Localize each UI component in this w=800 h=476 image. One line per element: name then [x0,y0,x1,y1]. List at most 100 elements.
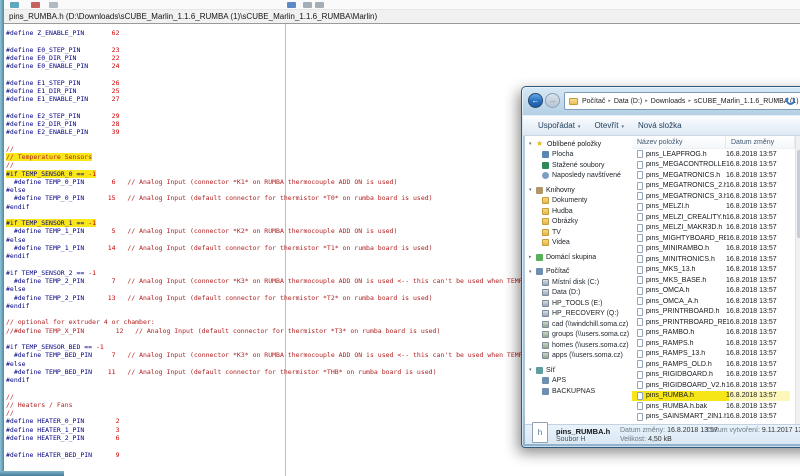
details-pane: pins_RUMBA.h Soubor H Datum změny:16.8.2… [525,424,800,444]
column-header-date[interactable]: Datum změny [726,136,795,148]
toolbar-button-usporadat[interactable]: Uspořádat▾ [531,119,587,132]
address-bar[interactable]: Počítač▸Data (D:)▸Downloads▸sCUBE_Marlin… [564,92,800,110]
file-name: pins_RAMBO.h [646,329,726,336]
chevron-right-icon[interactable]: ▸ [529,254,536,260]
sidebar-item-obrazky[interactable]: Obrázky [525,217,632,228]
back-button[interactable]: ← [528,93,543,108]
sidebar-item-backupnas[interactable]: BACKUPNAS [525,386,632,397]
file-row[interactable]: pins_OMCA.h16.8.2018 13:57 [632,286,800,297]
file-row[interactable]: pins_MKS_BASE.h16.8.2018 13:57 [632,275,800,286]
sidebar-item-cad-windchill-soma-cz[interactable]: cad (\\windchill.soma.cz) [525,319,632,330]
netdrive-icon [542,321,549,328]
column-header-name[interactable]: Název položky [632,136,726,148]
sidebar-item-apps-users-soma-cz[interactable]: apps (\\users.soma.cz) [525,351,632,362]
file-row[interactable]: pins_OMCA_A.h16.8.2018 13:57 [632,296,800,307]
sidebar-item-hp-tools-e[interactable]: HP_TOOLS (E:) [525,298,632,309]
sidebar-section-domaci-skupina[interactable]: ▸Domácí skupina [525,252,632,263]
file-row[interactable]: pins_RAMPS.h16.8.2018 13:57 [632,338,800,349]
file-row[interactable]: pins_MELZI.h16.8.2018 13:57 [632,202,800,213]
file-row[interactable]: pins_RIGIDBOARD.h16.8.2018 13:57 [632,370,800,381]
sidebar-label: Knihovny [546,187,575,194]
drive-icon [542,310,549,317]
folder-icon [542,208,549,215]
explorer-content: ▾★Oblíbené položkyPlochaStažené souboryN… [525,136,800,424]
file-date: 16.8.2018 13:57 [726,371,777,378]
breadcrumb-item-data-d[interactable]: Data (D:) [614,98,642,105]
editor-tab[interactable]: pins_RUMBA.h (D:\Downloads\sCUBE_Marlin_… [4,10,800,24]
sidebar-item-groups-users-soma-cz[interactable]: groups (\\users.soma.cz) [525,330,632,341]
file-icon [637,171,643,179]
refresh-icon[interactable] [786,96,795,105]
file-row[interactable]: pins_RUMBA.h.bak16.8.2018 13:57 [632,401,800,412]
toolbar-icon[interactable] [315,2,324,8]
file-row[interactable]: pins_RAMBO.h16.8.2018 13:57 [632,328,800,339]
breadcrumb-item-downloads[interactable]: Downloads [651,98,686,105]
sidebar-section-oblibene-polozky[interactable]: ▾★Oblíbené položky [525,139,632,150]
sidebar-section-pocitac[interactable]: ▾ Počítač [525,267,632,278]
sidebar-section-knihovny[interactable]: ▾ Knihovny [525,185,632,196]
address-dropdown-icon[interactable]: ▾ [776,97,779,103]
sidebar-item-homes-users-soma-cz[interactable]: homes (\\users.soma.cz) [525,340,632,351]
toolbar-icon[interactable] [303,2,312,8]
file-name: pins_MIGHTYBOARD_REVE.h [646,235,726,242]
file-row[interactable]: pins_MEGATRONICS.h16.8.2018 13:57 [632,170,800,181]
file-row[interactable]: pins_SAINSMART_2IN1.h16.8.2018 13:57 [632,412,800,423]
file-row[interactable]: pins_PRINTRBOARD_REVF.h16.8.2018 13:57 [632,317,800,328]
file-icon [637,161,643,169]
file-row[interactable]: pins_MINIRAMBO.h16.8.2018 13:57 [632,244,800,255]
sidebar-item-hp-recovery-q[interactable]: HP_RECOVERY (Q:) [525,309,632,320]
star-icon: ★ [536,140,544,148]
toolbar-button-otevrit[interactable]: Otevřít▾ [587,119,631,132]
file-row[interactable]: pins_MEGACONTROLLER.h16.8.2018 13:57 [632,160,800,171]
file-name: pins_RIGIDBOARD_V2.h [646,382,726,389]
file-row[interactable]: pins_MEGATRONICS_3.h16.8.2018 13:57 [632,191,800,202]
file-row[interactable]: pins_RIGIDBOARD_V2.h16.8.2018 13:57 [632,380,800,391]
toolbar-button-nova-slozka[interactable]: Nová složka [631,119,689,132]
sidebar-item-videa[interactable]: Videa [525,238,632,249]
sidebar-item-naposledy-navstivene[interactable]: Naposledy navštívené [525,171,632,182]
toolbar-icon[interactable] [287,2,296,8]
chevron-down-icon[interactable]: ▾ [529,187,536,193]
scrollbar[interactable] [795,136,800,424]
file-row[interactable]: pins_RAMPS_13.h16.8.2018 13:57 [632,349,800,360]
breadcrumb-item-pocitac[interactable]: Počítač [582,98,605,105]
sidebar-item-tv[interactable]: TV [525,227,632,238]
sidebar-label: Počítač [546,268,569,275]
toolbar-icon[interactable] [49,2,58,8]
sidebar-item-plocha[interactable]: Plocha [525,150,632,161]
file-icon [637,234,643,242]
forward-button[interactable]: → [545,93,560,108]
file-row[interactable]: pins_MKS_13.h16.8.2018 13:57 [632,265,800,276]
folder-icon [569,98,578,105]
sidebar-item-data-d[interactable]: Data (D:) [525,288,632,299]
toolbar-icon[interactable] [31,2,40,8]
sidebar-item-dokumenty[interactable]: Dokumenty [525,196,632,207]
file-row[interactable]: pins_RAMPS_OLD.h16.8.2018 13:57 [632,359,800,370]
file-row[interactable]: pins_LEAPFROG.h16.8.2018 13:57 [632,149,800,160]
breadcrumb-separator-icon: ▸ [685,98,694,104]
file-row[interactable]: pins_RUMBA.h16.8.2018 13:57 [632,391,800,402]
sidebar-item-hudba[interactable]: Hudba [525,206,632,217]
toolbar-button-label: Otevřít [594,121,618,130]
sidebar-section-sit[interactable]: ▾Síť [525,365,632,376]
file-row[interactable]: pins_MIGHTYBOARD_REVE.h16.8.2018 13:57 [632,233,800,244]
chevron-down-icon[interactable]: ▾ [529,367,536,373]
file-name: pins_RAMPS_OLD.h [646,361,726,368]
file-row[interactable]: pins_MELZI_MAKR3D.h16.8.2018 13:57 [632,223,800,234]
sidebar-label: groups (\\users.soma.cz) [552,331,629,338]
sidebar-label: TV [552,229,561,236]
chevron-down-icon[interactable]: ▾ [529,141,536,147]
file-row[interactable]: pins_MELZI_CREALITY.h16.8.2018 13:57 [632,212,800,223]
file-row[interactable]: pins_MINITRONICS.h16.8.2018 13:57 [632,254,800,265]
chevron-down-icon[interactable]: ▾ [529,269,536,275]
netdrive-icon [542,342,549,349]
breadcrumb-item-scube-marlin-1-1-6-rumba-1[interactable]: sCUBE_Marlin_1.1.6_RUMBA (1) [694,98,799,105]
file-row[interactable]: pins_MEGATRONICS_2.h16.8.2018 13:57 [632,181,800,192]
sidebar-item-mistni-disk-c[interactable]: Místní disk (C:) [525,277,632,288]
file-name: pins_SAINSMART_2IN1.h [646,413,726,420]
file-date: 16.8.2018 13:57 [726,214,777,221]
sidebar-item-stazene-soubory[interactable]: Stažené soubory [525,160,632,171]
file-row[interactable]: pins_PRINTRBOARD.h16.8.2018 13:57 [632,307,800,318]
sidebar-item-aps[interactable]: APS [525,376,632,387]
toolbar-icon[interactable] [10,2,19,8]
